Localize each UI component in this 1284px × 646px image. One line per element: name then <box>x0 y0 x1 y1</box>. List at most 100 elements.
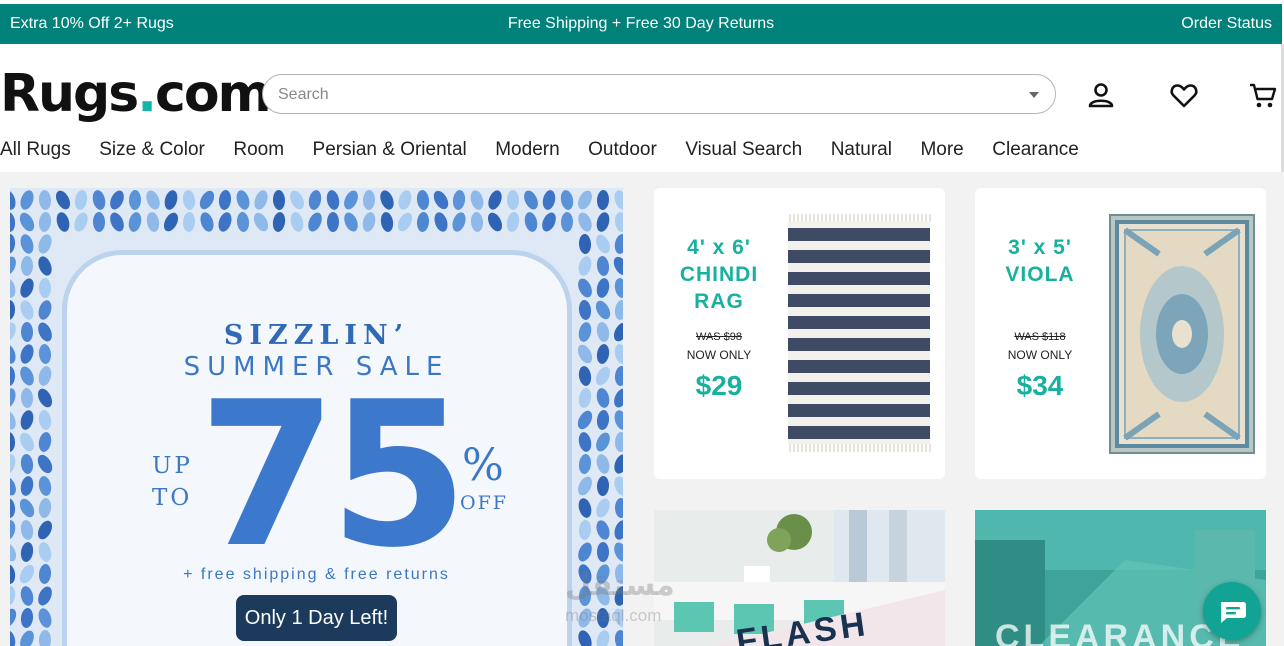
brushstroke-mark <box>578 520 592 540</box>
rug-stripe <box>788 360 930 373</box>
logo-dot: . <box>137 64 157 124</box>
brushstroke-mark <box>236 190 250 210</box>
brushstroke-mark <box>109 188 125 189</box>
nav-more[interactable]: More <box>920 139 963 161</box>
brushstroke-mark <box>614 190 623 210</box>
brushstroke-mark <box>10 410 16 430</box>
brushstroke-mark <box>10 300 16 320</box>
striped-rug-image <box>788 214 931 452</box>
brushstroke-mark <box>558 188 577 190</box>
brushstroke-mark <box>182 212 196 232</box>
brushstroke-mark <box>596 410 610 430</box>
deal-card-viola[interactable]: 3' x 5' VIOLA WAS $118 NOW ONLY $34 <box>975 188 1266 479</box>
banner-discount-amount: 75 <box>198 359 468 592</box>
brushstroke-mark <box>596 256 610 276</box>
brushstroke-mark <box>10 498 16 518</box>
brushstroke-mark <box>611 188 623 190</box>
chat-icon <box>1221 602 1246 623</box>
cart-icon[interactable] <box>1248 80 1278 110</box>
brushstroke-mark <box>254 190 268 210</box>
nav-size-color[interactable]: Size & Color <box>99 139 205 161</box>
brushstroke-mark <box>467 188 487 190</box>
rug-stripe <box>788 404 930 417</box>
brushstroke-mark <box>377 188 397 190</box>
order-status-link[interactable]: Order Status <box>1181 15 1272 33</box>
promo-center: Free Shipping + Free 30 Day Returns <box>0 15 1282 33</box>
banner-off: OFF <box>460 492 508 514</box>
deal-now-label: NOW ONLY <box>686 348 752 362</box>
brushstroke-mark <box>20 520 34 540</box>
nav-all-rugs[interactable]: All Rugs <box>0 139 71 161</box>
brushstroke-mark <box>432 188 450 189</box>
brushstroke-mark <box>10 520 16 540</box>
rug-stripe <box>788 250 930 263</box>
brushstroke-mark <box>10 454 16 474</box>
brushstroke-mark <box>434 212 448 232</box>
brushstroke-mark <box>92 190 106 210</box>
banner-title: SIZZLIN’ <box>223 320 410 351</box>
brushstroke-mark <box>164 190 178 210</box>
brushstroke-mark <box>578 278 592 298</box>
days-left-badge[interactable]: Only 1 Day Left! <box>236 595 397 641</box>
brushstroke-mark <box>578 190 592 210</box>
site-logo[interactable]: Rugs.com <box>0 64 272 124</box>
nav-visual-search[interactable]: Visual Search <box>685 139 802 161</box>
deal-now-label: NOW ONLY <box>1007 348 1073 362</box>
brushstroke-mark <box>198 188 215 189</box>
brushstroke-mark <box>20 300 34 320</box>
chat-button[interactable] <box>1203 582 1261 640</box>
brushstroke-mark <box>38 432 52 452</box>
brushstroke-mark <box>416 190 430 210</box>
brushstroke-mark <box>74 190 88 210</box>
brushstroke-mark <box>614 212 623 232</box>
account-icon[interactable] <box>1086 80 1116 110</box>
brushstroke-mark <box>596 234 610 254</box>
brushstroke-mark <box>89 188 108 190</box>
brushstroke-mark <box>36 188 53 189</box>
brushstroke-mark <box>38 586 52 606</box>
brushstroke-mark <box>506 212 520 232</box>
brushstroke-mark <box>38 630 52 646</box>
deal-price: $34 <box>1016 370 1064 401</box>
banner-up: UP <box>152 453 193 479</box>
brushstroke-mark <box>38 190 52 210</box>
brushstroke-mark <box>20 190 34 210</box>
nav-modern[interactable]: Modern <box>495 139 559 161</box>
brushstroke-mark <box>470 212 484 232</box>
brushstroke-mark <box>433 190 449 210</box>
brushstroke-mark <box>236 212 250 232</box>
brushstroke-mark <box>596 212 610 232</box>
chevron-down-icon[interactable] <box>1029 92 1039 98</box>
nav-room[interactable]: Room <box>233 139 284 161</box>
rug-stripe <box>788 426 930 439</box>
brushstroke-mark <box>38 410 52 430</box>
brushstroke-mark <box>596 188 611 189</box>
brushstroke-mark <box>452 190 466 210</box>
brushstroke-mark <box>20 256 34 276</box>
summer-sale-banner[interactable]: SIZZLIN’ SUMMER SALE UP TO 75 % OFF + fre… <box>10 188 623 646</box>
brushstroke-mark <box>254 188 269 189</box>
brushstroke-mark <box>38 498 52 518</box>
search-input[interactable] <box>278 84 1018 106</box>
brushstroke-mark <box>578 542 592 562</box>
brushstroke-mark <box>326 190 340 210</box>
brushstroke-mark <box>38 256 52 276</box>
brushstroke-mark <box>10 586 16 606</box>
brushstroke-mark <box>578 608 592 628</box>
brushstroke-mark <box>596 190 610 210</box>
brushstroke-mark <box>55 190 71 210</box>
main-content: SIZZLIN’ SUMMER SALE UP TO 75 % OFF + fre… <box>0 172 1284 646</box>
promo-bar: Extra 10% Off 2+ Rugs Free Shipping + Fr… <box>0 4 1282 44</box>
deal-card-chindi-rag[interactable]: 4' x 6' CHINDI RAG WAS $98 NOW ONLY $29 <box>654 188 945 479</box>
nav-persian-oriental[interactable]: Persian & Oriental <box>313 139 467 161</box>
nav-clearance[interactable]: Clearance <box>992 139 1079 161</box>
heart-icon[interactable] <box>1169 80 1199 110</box>
flash-sale-tile[interactable]: FLASH <box>654 510 945 646</box>
nav-outdoor[interactable]: Outdoor <box>588 139 657 161</box>
promo-extra-discount-link[interactable]: Extra 10% Off 2+ Rugs <box>10 15 174 33</box>
deal-name-line: RAG <box>694 290 744 313</box>
brushstroke-mark <box>595 300 611 320</box>
rug-stripe <box>788 272 930 285</box>
nav-natural[interactable]: Natural <box>831 139 892 161</box>
promo-shipping-link[interactable]: Free Shipping + Free 30 Day Returns <box>508 15 774 32</box>
